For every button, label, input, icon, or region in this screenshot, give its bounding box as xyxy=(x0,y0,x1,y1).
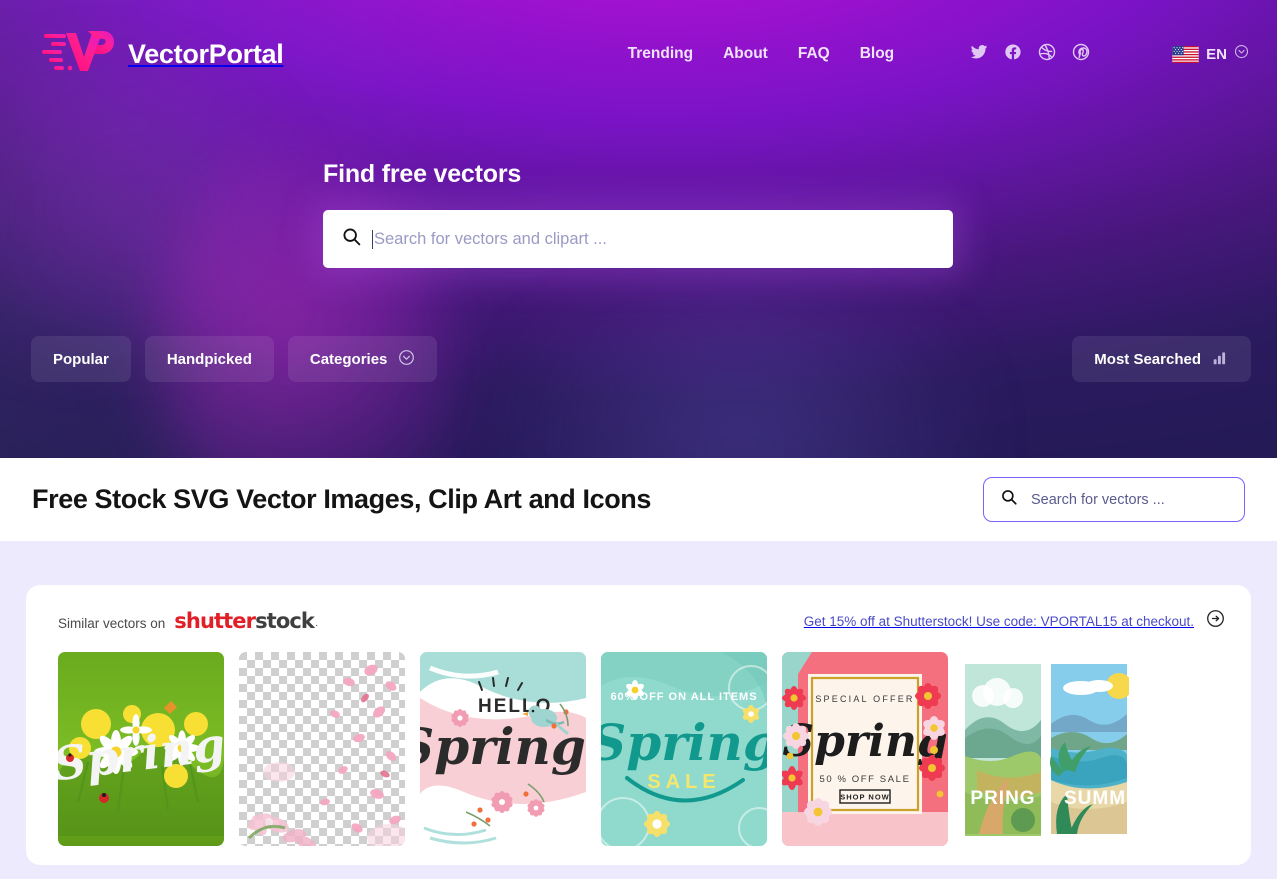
shutterstock-logo-red: shutter xyxy=(174,609,256,633)
filter-categories-label: Categories xyxy=(309,350,388,368)
svg-text:SHOP NOW: SHOP NOW xyxy=(840,793,890,802)
promo-thumbnail-hello-spring[interactable]: HELLO Spring xyxy=(420,652,586,846)
promo-partner-label: Similar vectors on shutter stock · xyxy=(58,609,318,633)
svg-text:PRING: PRING xyxy=(970,788,1035,809)
secondary-search-input[interactable]: Search for vectors ... xyxy=(983,477,1245,522)
shutterstock-promo-card: Similar vectors on shutter stock · Get 1… xyxy=(26,585,1251,865)
svg-text:Spring: Spring xyxy=(601,713,767,772)
text-caret xyxy=(372,229,373,249)
promo-thumbnail-special-offer[interactable]: SPECIAL OFFER Spring 50 % OFF SALE SHOP … xyxy=(782,652,948,846)
main-nav: Trending About FAQ Blog EN xyxy=(628,43,1249,66)
filter-popular-label: Popular xyxy=(53,350,109,368)
page-title: Free Stock SVG Vector Images, Clip Art a… xyxy=(32,484,651,514)
page-title-band: Free Stock SVG Vector Images, Clip Art a… xyxy=(0,458,1277,541)
promo-thumbnail-pink-petals[interactable] xyxy=(239,652,405,846)
svg-text:SUMM: SUMM xyxy=(1064,788,1126,809)
promo-thumbnail-row: Spring HELLO pring 60% OFF ON ALL ITEMS … xyxy=(58,652,1225,846)
hero-section: VectorPortal Trending About FAQ Blog EN … xyxy=(0,0,1277,458)
promo-thumbnail-seasons-panels[interactable]: PRING SUMM xyxy=(963,652,1129,846)
arrow-right-circle-icon xyxy=(1206,609,1225,633)
brand-name: VectorPortal xyxy=(128,38,284,69)
pinterest-icon[interactable] xyxy=(1072,43,1090,66)
svg-text:SALE: SALE xyxy=(647,771,720,793)
top-navigation-bar: VectorPortal Trending About FAQ Blog EN xyxy=(0,0,1277,108)
promo-offer-link[interactable]: Get 15% off at Shutterstock! Use code: V… xyxy=(804,609,1225,633)
promo-label-text: Similar vectors on xyxy=(58,616,166,631)
language-selector[interactable]: EN xyxy=(1172,44,1249,64)
promo-offer-text: Get 15% off at Shutterstock! Use code: V… xyxy=(803,613,1194,629)
nav-link-blog[interactable]: Blog xyxy=(860,45,894,63)
secondary-search-placeholder: Search for vectors ... xyxy=(1031,491,1165,508)
filter-handpicked-label: Handpicked xyxy=(166,350,252,368)
us-flag-icon xyxy=(1172,45,1199,63)
search-icon xyxy=(341,226,362,252)
filter-categories-button[interactable]: Categories xyxy=(287,336,438,382)
nav-link-about[interactable]: About xyxy=(723,45,768,63)
shutterstock-trademark: · xyxy=(314,620,319,631)
vp-monogram-icon xyxy=(42,29,114,80)
nav-link-faq[interactable]: FAQ xyxy=(798,45,830,63)
brand-logo-link[interactable]: VectorPortal xyxy=(42,29,284,80)
filter-popular-button[interactable]: Popular xyxy=(31,336,131,382)
shutterstock-logo-dark: stock xyxy=(255,609,315,633)
social-links xyxy=(970,43,1090,66)
svg-text:50 % OFF SALE: 50 % OFF SALE xyxy=(819,774,910,785)
svg-text:Spring: Spring xyxy=(420,717,586,776)
twitter-icon[interactable] xyxy=(970,43,988,66)
svg-text:SPECIAL OFFER: SPECIAL OFFER xyxy=(815,694,914,704)
hero-search-placeholder: Search for vectors and clipart ... xyxy=(374,229,607,248)
promo-thumbnail-spring-dandelions[interactable]: Spring xyxy=(58,652,224,846)
facebook-icon[interactable] xyxy=(1004,43,1022,66)
hero-search-block: Find free vectors Search for vectors and… xyxy=(323,160,953,268)
promo-thumbnail-spring-sale[interactable]: 60% OFF ON ALL ITEMS Spring SALE xyxy=(601,652,767,846)
filter-handpicked-button[interactable]: Handpicked xyxy=(144,336,274,382)
most-searched-label: Most Searched xyxy=(1094,350,1201,368)
chevron-down-circle-icon xyxy=(398,349,415,370)
search-icon xyxy=(1000,488,1018,511)
bar-chart-icon xyxy=(1212,349,1229,370)
language-code: EN xyxy=(1206,45,1227,63)
hero-filter-row: Popular Handpicked Categories Most Searc… xyxy=(0,336,1277,382)
most-searched-button[interactable]: Most Searched xyxy=(1072,336,1251,382)
promo-header: Similar vectors on shutter stock · Get 1… xyxy=(58,606,1225,636)
nav-link-trending[interactable]: Trending xyxy=(628,45,693,63)
dribbble-icon[interactable] xyxy=(1038,43,1056,66)
shutterstock-logo: shutter stock · xyxy=(174,609,318,633)
hero-search-input[interactable]: Search for vectors and clipart ... xyxy=(323,210,953,268)
chevron-down-icon[interactable] xyxy=(1234,44,1249,64)
hero-title: Find free vectors xyxy=(323,160,522,188)
promo-section: Similar vectors on shutter stock · Get 1… xyxy=(0,541,1277,879)
